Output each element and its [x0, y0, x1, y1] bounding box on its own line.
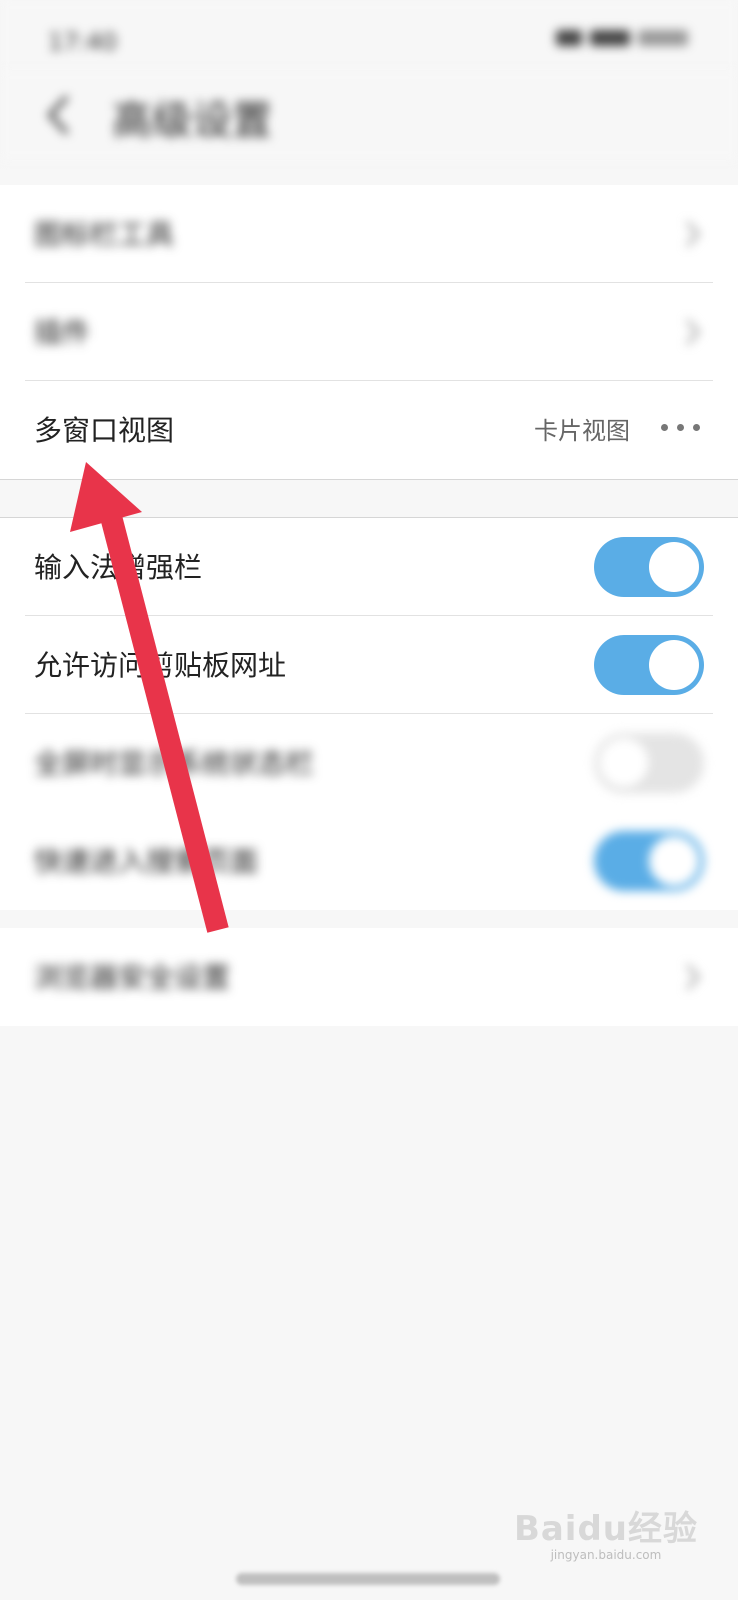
settings-item-label: 浏览器安全设置 — [34, 961, 231, 994]
chevron-right-icon — [686, 319, 700, 345]
multi-window-value: 卡片视图 — [534, 417, 630, 445]
settings-item-multi-window[interactable]: 多窗口视图 卡片视图 — [0, 381, 738, 479]
more-icon — [661, 424, 700, 431]
toggle-knob — [599, 738, 649, 788]
settings-item-toolbar[interactable]: 图标栏工具 — [0, 185, 738, 283]
status-icons — [556, 30, 688, 46]
settings-group-1: 图标栏工具 插件 多窗口视图 卡片视图 — [0, 185, 738, 479]
clipboard-url-toggle[interactable] — [594, 635, 704, 695]
fullscreen-statusbar-toggle[interactable] — [594, 733, 704, 793]
settings-item-plugins[interactable]: 插件 — [0, 283, 738, 381]
toggle-knob — [649, 640, 699, 690]
settings-group-2: 输入法增强栏 允许访问剪贴板网址 全屏时显示系统状态栏 快速进入搜索页面 — [0, 518, 738, 910]
settings-item-label: 插件 — [34, 316, 91, 349]
settings-item-label: 全屏时显示系统状态栏 — [34, 747, 315, 780]
settings-item-label: 图标栏工具 — [34, 218, 175, 251]
chevron-right-icon — [686, 221, 700, 247]
settings-item-label: 快速进入搜索页面 — [34, 845, 259, 878]
settings-item-fullscreen-statusbar[interactable]: 全屏时显示系统状态栏 — [0, 714, 738, 812]
settings-item-label: 允许访问剪贴板网址 — [34, 649, 287, 682]
settings-item-ime-bar[interactable]: 输入法增强栏 — [0, 518, 738, 616]
settings-item-label: 多窗口视图 — [34, 414, 175, 447]
settings-group-3: 浏览器安全设置 — [0, 928, 738, 1026]
toggle-knob — [649, 542, 699, 592]
settings-item-clipboard-url[interactable]: 允许访问剪贴板网址 — [0, 616, 738, 714]
chevron-left-icon[interactable] — [40, 90, 80, 140]
ime-bar-toggle[interactable] — [594, 537, 704, 597]
quick-search-toggle[interactable] — [594, 831, 704, 891]
wifi-icon — [556, 30, 582, 46]
chevron-right-icon — [686, 964, 700, 990]
header: 高级设置 — [0, 70, 738, 160]
settings-item-security[interactable]: 浏览器安全设置 — [0, 928, 738, 1026]
toggle-knob — [649, 836, 699, 886]
home-indicator[interactable] — [236, 1573, 500, 1585]
watermark: Baidu经验 jingyan.baidu.com — [514, 1501, 698, 1562]
battery-icon — [638, 30, 688, 46]
status-time: 17:40 — [48, 28, 118, 56]
watermark-url: jingyan.baidu.com — [550, 1548, 662, 1562]
watermark-brand: Baidu经验 — [513, 1509, 698, 1549]
page-title: 高级设置 — [112, 98, 272, 144]
settings-item-quick-search[interactable]: 快速进入搜索页面 — [0, 812, 738, 910]
settings-item-label: 输入法增强栏 — [34, 551, 203, 584]
signal-icon — [590, 30, 630, 46]
divider — [0, 479, 738, 480]
